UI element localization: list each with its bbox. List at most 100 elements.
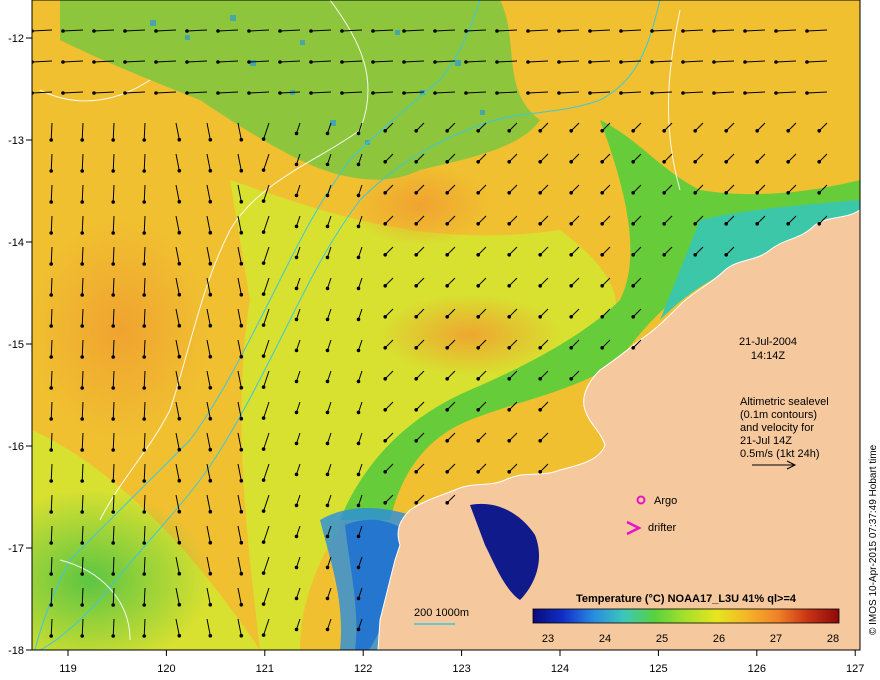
velocity-arrow-head: [445, 470, 450, 474]
velocity-arrow-head: [383, 439, 388, 443]
velocity-arrow-head: [383, 160, 388, 164]
lon-tick-label: 124: [551, 663, 569, 675]
velocity-arrow-head: [261, 199, 266, 203]
velocity-arrow-head: [383, 253, 388, 257]
latitude-axis: -12 -13 -14 -15 -16 -17 -18: [8, 33, 32, 657]
velocity-arrow-head: [111, 231, 115, 235]
velocity-arrow-head: [111, 138, 115, 142]
velocity-arrow-head: [557, 91, 561, 95]
velocity-arrow-head: [80, 138, 84, 142]
velocity-arrow-head: [600, 191, 604, 195]
velocity-arrow-head: [681, 29, 685, 33]
velocity-arrow-head: [325, 410, 330, 415]
velocity-arrow-head: [239, 509, 244, 514]
velocity-arrow-head: [476, 129, 481, 133]
velocity-arrow-head: [123, 60, 127, 64]
velocity-arrow-head: [261, 478, 266, 482]
velocity-arrow-head: [325, 317, 330, 322]
sea-warm-patch-center: [380, 295, 560, 375]
velocity-arrow-head: [49, 572, 53, 576]
velocity-arrow-head: [61, 60, 65, 64]
velocity-arrow-head: [239, 540, 244, 545]
colorbar-tick-label: 27: [770, 633, 782, 645]
velocity-arrow-head: [569, 191, 573, 195]
velocity-arrow-head: [619, 91, 623, 95]
velocity-arrow-head: [80, 479, 84, 483]
velocity-arrow-head: [49, 138, 53, 142]
velocity-arrow-head: [569, 346, 573, 350]
velocity-arrow-head: [445, 129, 450, 133]
velocity-arrow-head: [142, 634, 146, 638]
velocity-arrow-head: [476, 470, 481, 474]
velocity-arrow-head: [239, 447, 244, 452]
colorbar-tick-label: 24: [599, 633, 611, 645]
velocity-arrow-head: [239, 323, 244, 328]
velocity-arrow-head: [80, 572, 84, 576]
velocity-arrow-head: [142, 479, 146, 483]
velocity-arrow-head: [142, 603, 146, 607]
velocity-arrow-head: [414, 315, 419, 319]
plot-area: [32, 0, 860, 650]
velocity-arrow-head: [80, 324, 84, 328]
velocity-arrow-head: [712, 60, 716, 64]
lon-tick-label: 123: [452, 663, 470, 675]
velocity-arrow-head: [177, 168, 182, 173]
velocity-arrow-head: [49, 417, 53, 421]
velocity-arrow-head: [724, 191, 728, 195]
sst-map: 119 120 121 122 123 124 125 126 127 -12 -13 -14 -15…: [8, 0, 879, 675]
velocity-arrow-head: [208, 354, 213, 359]
velocity-arrow-head: [356, 379, 361, 384]
velocity-arrow-head: [445, 253, 450, 257]
velocity-arrow-head: [445, 191, 450, 195]
velocity-arrow-head: [80, 262, 84, 266]
velocity-arrow-head: [507, 315, 512, 319]
credit-text: © IMOS 10-Apr-2015 07:37:49 Hobart time: [868, 444, 879, 635]
velocity-arrow-head: [208, 509, 213, 514]
velocity-arrow-head: [356, 596, 361, 601]
velocity-arrow-head: [712, 29, 716, 33]
velocity-arrow-head: [538, 253, 542, 257]
velocity-arrow-head: [631, 191, 635, 195]
velocity-arrow-head: [80, 417, 84, 421]
velocity-arrow-head: [817, 222, 821, 226]
velocity-arrow-head: [495, 29, 499, 33]
lon-tick-label: 120: [157, 663, 175, 675]
velocity-arrow-head: [383, 315, 388, 319]
velocity-arrow-head: [495, 91, 499, 95]
velocity-arrow-head: [261, 509, 266, 513]
velocity-arrow-head: [619, 29, 623, 33]
velocity-arrow-head: [569, 253, 573, 257]
velocity-arrow-head: [177, 292, 182, 297]
lon-tick-label: 119: [59, 663, 77, 675]
velocity-arrow-head: [61, 91, 65, 95]
velocity-arrow-head: [294, 503, 299, 508]
depth-legend-label: 200 1000m: [414, 607, 469, 619]
velocity-arrow-head: [49, 479, 53, 483]
colorbar-tick-label: 23: [542, 633, 554, 645]
velocity-arrow-head: [433, 60, 437, 64]
velocity-arrow-head: [476, 222, 481, 226]
velocity-arrow-head: [507, 470, 512, 474]
altimetry-line-5: 0.5m/s (1kt 24h): [740, 448, 819, 460]
velocity-arrow-head: [142, 541, 146, 545]
velocity-arrow-head: [538, 439, 542, 443]
velocity-arrow-head: [371, 29, 375, 33]
velocity-arrow-head: [294, 317, 299, 322]
velocity-arrow-head: [208, 571, 213, 576]
velocity-arrow-head: [724, 129, 728, 133]
velocity-arrow-head: [111, 479, 115, 483]
velocity-arrow-head: [142, 324, 146, 328]
velocity-arrow-head: [507, 129, 512, 133]
velocity-arrow-head: [356, 627, 361, 632]
velocity-arrow-head: [177, 447, 182, 452]
velocity-arrow-head: [80, 603, 84, 607]
velocity-arrow-head: [356, 131, 361, 136]
velocity-arrow-head: [247, 29, 251, 33]
velocity-arrow-head: [49, 448, 53, 452]
velocity-arrow-head: [247, 60, 251, 64]
velocity-arrow-head: [356, 224, 361, 229]
velocity-arrow-head: [356, 441, 361, 446]
velocity-arrow-head: [464, 60, 468, 64]
velocity-arrow-head: [569, 222, 573, 226]
velocity-arrow-head: [261, 168, 266, 172]
